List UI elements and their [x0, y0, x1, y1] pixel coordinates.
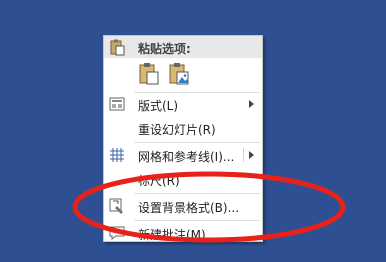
paste-options-header: 粘贴选项:	[104, 36, 262, 58]
submenu-arrow-icon	[249, 151, 254, 159]
menu-item-format-background[interactable]: 设置背景格式(B)...	[104, 195, 262, 217]
menu-separator	[134, 193, 260, 194]
menu-item-label: 新建批注(M)	[138, 228, 206, 242]
layout-icon	[108, 95, 126, 113]
new-comment-icon	[108, 224, 126, 241]
paste-as-picture-icon[interactable]	[168, 62, 190, 86]
clipboard-icon	[108, 38, 126, 56]
menu-item-label: 网格和参考线(I)...	[138, 150, 235, 164]
menu-item-new-comment[interactable]: 新建批注(M)	[104, 222, 262, 242]
grid-icon	[108, 146, 126, 164]
menu-item-label: 重设幻灯片(R)	[138, 123, 216, 137]
paste-keep-source-icon[interactable]	[138, 62, 160, 86]
menu-separator	[134, 142, 260, 143]
menu-item-label: 版式(L)	[138, 99, 179, 113]
split-separator	[243, 148, 244, 162]
menu-item-reset-slide[interactable]: 重设幻灯片(R)	[104, 117, 262, 139]
paste-options-label: 粘贴选项:	[138, 42, 191, 56]
menu-item-label: 标尺(R)	[138, 174, 180, 188]
context-menu: 粘贴选项: 版式(L) 重设幻灯片(R) 网格和参考线(I)... 标尺(R) …	[103, 35, 263, 242]
submenu-arrow-icon	[249, 100, 254, 108]
menu-item-layout[interactable]: 版式(L)	[104, 93, 262, 115]
menu-item-grid-guides[interactable]: 网格和参考线(I)...	[104, 144, 262, 166]
menu-item-ruler[interactable]: 标尺(R)	[104, 168, 262, 190]
menu-separator	[134, 220, 260, 221]
menu-item-label: 设置背景格式(B)...	[138, 201, 240, 215]
format-background-icon	[108, 197, 126, 215]
